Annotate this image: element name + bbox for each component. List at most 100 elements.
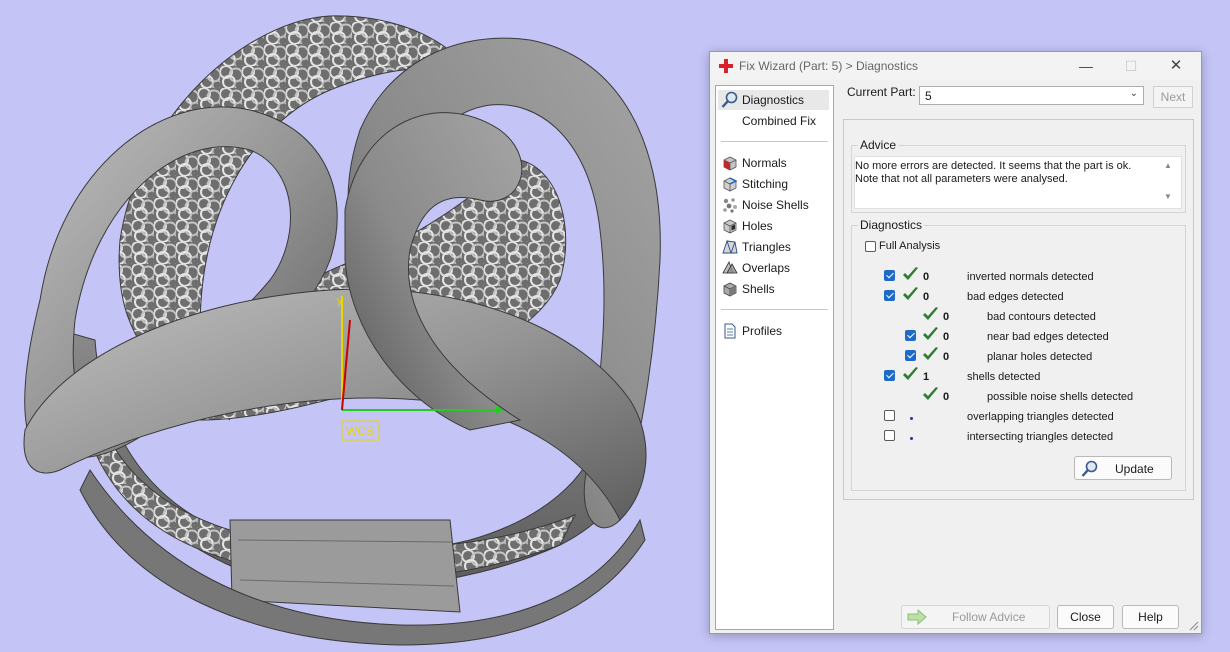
diagnostic-row: 0 bad contours detected xyxy=(844,307,1184,327)
diagnostic-checkbox[interactable] xyxy=(884,410,895,421)
diagnostic-checkbox[interactable] xyxy=(884,270,895,281)
status-dot-icon xyxy=(910,417,913,420)
diagnostic-label: shells detected xyxy=(967,371,1041,383)
diagnostic-label: bad edges detected xyxy=(967,291,1064,303)
blank-icon xyxy=(721,112,739,130)
green-check-icon xyxy=(923,327,938,340)
diagnostic-row: 1 shells detected xyxy=(844,367,1184,387)
wizard-sidebar: Diagnostics Combined Fix Normals Stitchi… xyxy=(715,85,834,630)
current-part-select[interactable]: 5 ⌄ xyxy=(919,86,1144,105)
advice-legend: Advice xyxy=(858,138,899,152)
diagnostics-panel: Advice No more errors are detected. It s… xyxy=(843,119,1194,500)
diagnostic-checkbox[interactable] xyxy=(905,330,916,341)
red-cross-app-icon xyxy=(719,59,733,73)
diagnostic-count: 0 xyxy=(943,311,950,323)
diagnostic-checkbox[interactable] xyxy=(905,350,916,361)
sidebar-item-shells[interactable]: Shells xyxy=(718,279,829,299)
diagnostic-count: 0 xyxy=(943,351,950,363)
close-window-button[interactable]: ✕ xyxy=(1161,56,1191,76)
green-check-icon xyxy=(923,387,938,400)
sidebar-item-diagnostics[interactable]: Diagnostics xyxy=(718,90,829,110)
full-analysis-label: Full Analysis xyxy=(879,240,941,252)
green-check-icon xyxy=(923,347,938,360)
sidebar-item-label: Noise Shells xyxy=(742,198,809,212)
green-check-icon xyxy=(903,287,918,300)
diagnostic-row: 0 near bad edges detected xyxy=(844,327,1184,347)
sidebar-item-label: Triangles xyxy=(742,240,791,254)
sidebar-item-normals[interactable]: Normals xyxy=(718,153,829,173)
diagnostic-checkbox[interactable] xyxy=(884,430,895,441)
scroll-up-icon[interactable]: ▲ xyxy=(1164,161,1172,170)
advice-text: No more errors are detected. It seems th… xyxy=(855,160,1132,185)
sidebar-item-label: Profiles xyxy=(742,324,783,338)
triangles-icon xyxy=(722,239,738,254)
current-part-label: Current Part: xyxy=(847,85,916,99)
diagnostic-checkbox[interactable] xyxy=(884,290,895,301)
diagnostic-count: 0 xyxy=(943,331,950,343)
noise-shells-icon xyxy=(723,198,737,213)
sidebar-item-combined-fix[interactable]: Combined Fix xyxy=(718,111,829,131)
current-part-value: 5 xyxy=(925,89,932,103)
sidebar-divider xyxy=(721,141,828,142)
update-button[interactable]: Update xyxy=(1074,456,1172,480)
status-dot-icon xyxy=(910,437,913,440)
diagnostic-checkbox[interactable] xyxy=(884,370,895,381)
diagnostic-row: intersecting triangles detected xyxy=(844,429,1184,447)
diagnostic-label: planar holes detected xyxy=(987,351,1093,363)
diagnostic-label: overlapping triangles detected xyxy=(967,411,1114,423)
maximize-button[interactable]: ☐ xyxy=(1116,56,1146,76)
diagnostic-label: intersecting triangles detected xyxy=(967,431,1114,443)
arrow-right-icon xyxy=(907,609,927,625)
stitching-icon xyxy=(723,177,738,192)
follow-advice-label: Follow Advice xyxy=(952,610,1026,624)
ring-model-render[interactable]: y WCS xyxy=(0,0,710,652)
shells-cube-icon xyxy=(723,282,737,297)
chevron-down-icon: ⌄ xyxy=(1129,88,1138,99)
green-check-icon xyxy=(903,267,918,280)
magnifier-icon xyxy=(721,91,738,108)
minimize-button[interactable]: — xyxy=(1071,56,1101,76)
next-button[interactable]: Next xyxy=(1153,86,1193,108)
sidebar-item-label: Combined Fix xyxy=(742,114,817,128)
magnifier-icon xyxy=(1081,460,1098,477)
overlaps-icon xyxy=(722,261,738,274)
sidebar-item-label: Overlaps xyxy=(742,261,791,275)
3d-viewport[interactable]: y WCS xyxy=(0,0,710,652)
sidebar-item-label: Normals xyxy=(742,156,787,170)
close-button[interactable]: Close xyxy=(1057,605,1114,629)
sidebar-item-triangles[interactable]: Triangles xyxy=(718,237,829,257)
diagnostic-row: 0 inverted normals detected xyxy=(844,267,1184,287)
help-button[interactable]: Help xyxy=(1122,605,1179,629)
diagnostic-label: possible noise shells detected xyxy=(987,391,1134,403)
green-check-icon xyxy=(903,367,918,380)
sidebar-item-noise-shells[interactable]: Noise Shells xyxy=(718,195,829,215)
follow-advice-button[interactable]: Follow Advice xyxy=(901,605,1050,629)
sidebar-item-label: Stitching xyxy=(742,177,789,191)
title-bar[interactable]: Fix Wizard (Part: 5) > Diagnostics — ☐ ✕ xyxy=(710,52,1201,80)
sidebar-item-label: Diagnostics xyxy=(742,93,805,107)
sidebar-item-profiles[interactable]: Profiles xyxy=(718,321,829,341)
sidebar-item-holes[interactable]: Holes xyxy=(718,216,829,236)
diagnostic-row: 0 bad edges detected xyxy=(844,287,1184,307)
sidebar-item-stitching[interactable]: Stitching xyxy=(718,174,829,194)
diagnostic-count: 0 xyxy=(943,391,950,403)
diagnostic-label: inverted normals detected xyxy=(967,271,1094,283)
diagnostics-legend: Diagnostics xyxy=(858,218,925,232)
sidebar-divider xyxy=(721,309,828,310)
diagnostic-label: bad contours detected xyxy=(987,311,1096,323)
diagnostic-count: 1 xyxy=(923,371,930,383)
dialog-title: Fix Wizard (Part: 5) > Diagnostics xyxy=(739,59,919,73)
normals-cube-icon xyxy=(723,156,737,171)
full-analysis-checkbox[interactable] xyxy=(865,241,876,252)
sidebar-item-overlaps[interactable]: Overlaps xyxy=(718,258,829,278)
scroll-down-icon[interactable]: ▼ xyxy=(1164,192,1172,201)
holes-cube-icon xyxy=(723,219,737,234)
diagnostic-row: 0 possible noise shells detected xyxy=(844,387,1184,407)
sidebar-item-label: Shells xyxy=(742,282,775,296)
wcs-label: WCS xyxy=(346,424,374,438)
update-label: Update xyxy=(1115,462,1154,476)
axis-y-label: y xyxy=(337,295,343,307)
fix-wizard-dialog: Fix Wizard (Part: 5) > Diagnostics — ☐ ✕… xyxy=(709,51,1202,634)
diagnostic-count: 0 xyxy=(923,291,930,303)
resize-grip-icon[interactable] xyxy=(1189,621,1199,631)
